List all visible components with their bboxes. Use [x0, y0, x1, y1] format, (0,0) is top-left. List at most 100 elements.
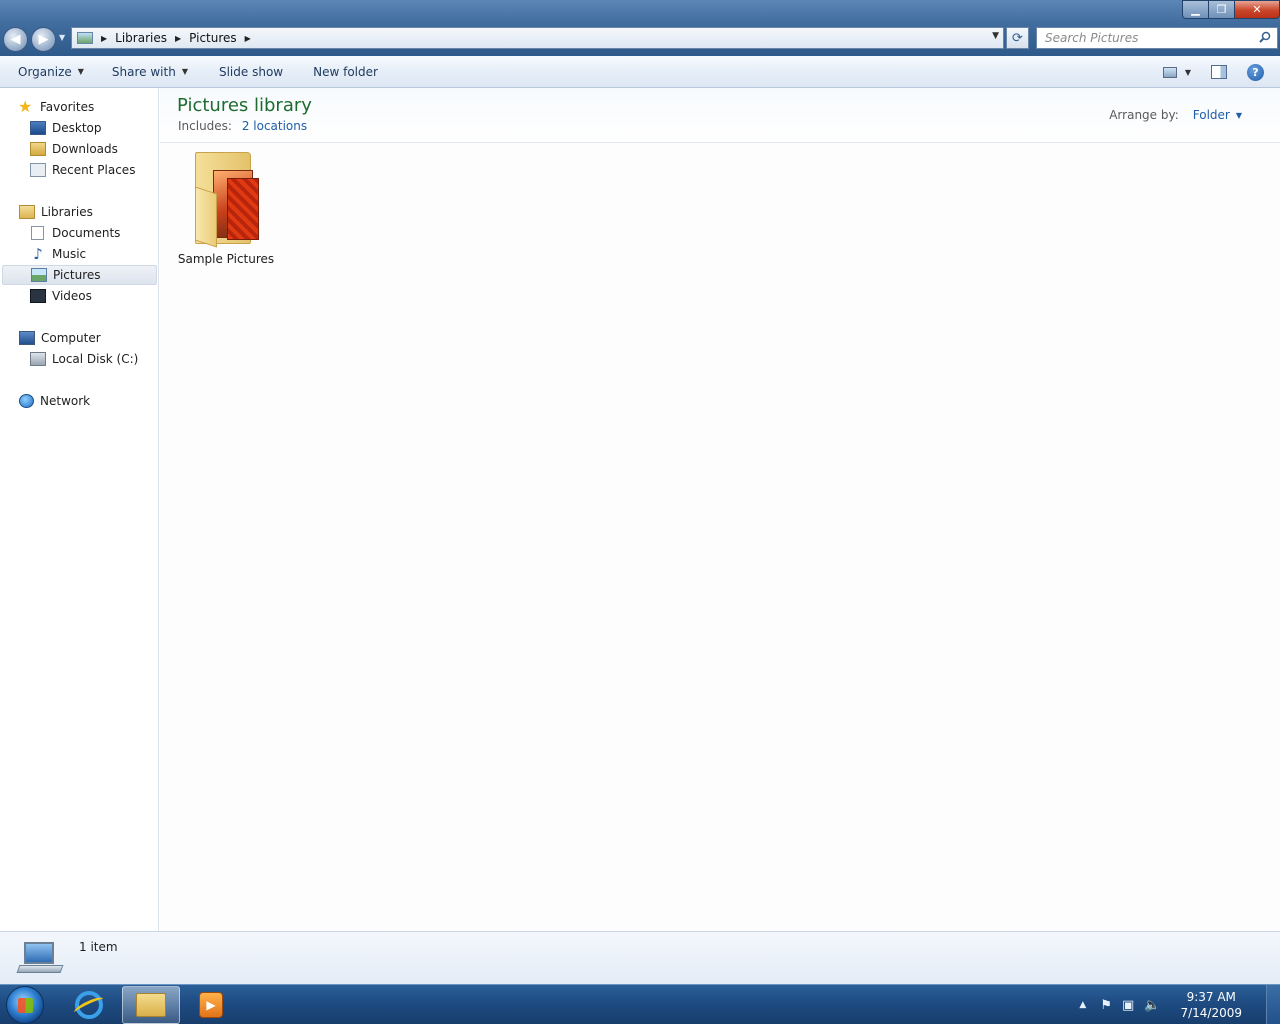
toolbar-right: ▼ ? — [1162, 56, 1280, 88]
internet-explorer-icon — [75, 991, 103, 1019]
show-hidden-icons-icon[interactable]: ▲ — [1079, 1000, 1086, 1010]
page-title: Pictures library — [177, 95, 312, 116]
breadcrumb-libraries[interactable]: Libraries — [115, 31, 167, 45]
volume-icon[interactable]: 🔈 — [1144, 998, 1160, 1013]
view-options-dropdown-icon[interactable]: ▼ — [1185, 68, 1191, 77]
includes-label: Includes: — [178, 119, 232, 133]
network-status-icon[interactable]: ▣ — [1122, 998, 1134, 1013]
sidebar-item-desktop[interactable]: Desktop — [30, 118, 102, 138]
sidebar-item-network[interactable]: Network — [19, 391, 90, 411]
address-dropdown-icon[interactable]: ▼ — [992, 31, 999, 41]
recent-pages-dropdown-icon[interactable]: ▼ — [59, 33, 65, 42]
address-bar[interactable]: ▶ Libraries ▶ Pictures ▶ ▼ — [71, 27, 1004, 49]
clock-time: 9:37 AM — [1186, 990, 1236, 1004]
back-button[interactable]: ◀ — [3, 27, 28, 52]
computer-icon — [19, 331, 35, 345]
organize-label: Organize — [18, 64, 72, 79]
sidebar-item-documents[interactable]: Documents — [31, 223, 120, 243]
navigation-pane: ★ Favorites Desktop Downloads Recent Pla… — [0, 88, 159, 931]
sidebar-item-videos[interactable]: Videos — [30, 286, 92, 306]
start-button[interactable] — [6, 986, 44, 1024]
taskbar: ▶ ▲ ⚑ ▣ 🔈 9:37 AM 7/14/2009 — [0, 984, 1280, 1024]
folder-item[interactable]: Sample Pictures — [177, 150, 275, 268]
details-pane: 1 item — [0, 931, 1280, 984]
search-icon[interactable] — [1259, 31, 1271, 43]
help-icon[interactable]: ? — [1247, 63, 1264, 81]
action-center-flag-icon[interactable]: ⚑ — [1100, 998, 1112, 1013]
computer-icon — [16, 940, 64, 978]
preview-pane-icon[interactable] — [1211, 65, 1227, 79]
taskbar-internet-explorer[interactable] — [60, 986, 118, 1024]
breadcrumb-separator-icon[interactable]: ▶ — [245, 34, 251, 43]
arrange-by-dropdown[interactable]: Folder — [1193, 108, 1230, 122]
refresh-button[interactable]: ⟳ — [1006, 27, 1029, 49]
sidebar-item-label: Pictures — [53, 268, 101, 282]
chevron-down-icon: ▼ — [77, 67, 84, 76]
locations-link[interactable]: 2 locations — [242, 119, 307, 133]
clock[interactable]: 9:37 AM 7/14/2009 — [1180, 989, 1242, 1021]
chevron-down-icon[interactable]: ▼ — [1236, 111, 1242, 120]
system-tray: ▲ ⚑ ▣ 🔈 9:37 AM 7/14/2009 — [1079, 985, 1280, 1024]
sidebar-item-label: Downloads — [52, 142, 118, 156]
maximize-button[interactable]: ❐ — [1208, 0, 1234, 19]
minimize-button[interactable]: ▁ — [1182, 0, 1208, 19]
sidebar-item-pictures[interactable]: Pictures — [2, 265, 157, 285]
sidebar-item-favorites[interactable]: ★ Favorites — [18, 97, 94, 117]
title-bar: ▁ ❐ ✕ ◀ ▶ ▼ ▶ Libraries ▶ Pictures ▶ ▼ ⟳… — [0, 0, 1280, 56]
library-header: Pictures library Includes: 2 locations A… — [160, 88, 1280, 143]
organize-button[interactable]: Organize ▼ — [18, 65, 84, 79]
music-icon: ♪ — [33, 245, 43, 263]
sidebar-item-libraries[interactable]: Libraries — [19, 202, 93, 222]
sidebar-item-label: Desktop — [52, 121, 102, 135]
hard-disk-icon — [30, 352, 46, 366]
documents-icon — [31, 226, 44, 240]
sidebar-item-label: Favorites — [40, 100, 95, 114]
sidebar-item-label: Network — [40, 394, 91, 408]
recent-places-icon — [30, 163, 46, 177]
sidebar-item-recent-places[interactable]: Recent Places — [30, 160, 135, 180]
sidebar-item-label: Libraries — [41, 205, 93, 219]
sidebar-item-computer[interactable]: Computer — [19, 328, 101, 348]
windows-logo-icon — [18, 998, 33, 1013]
sidebar-item-label: Documents — [52, 226, 121, 240]
sidebar-item-label: Recent Places — [52, 163, 136, 177]
star-icon: ★ — [18, 97, 33, 116]
breadcrumb-pictures[interactable]: Pictures — [189, 31, 237, 45]
search-placeholder: Search Pictures — [1045, 31, 1139, 45]
taskbar-windows-media-player[interactable]: ▶ — [182, 986, 240, 1024]
libraries-icon — [19, 205, 35, 219]
sidebar-item-label: Local Disk (C:) — [52, 352, 139, 366]
sidebar-item-label: Computer — [41, 331, 101, 345]
command-bar: Organize ▼ Share with ▼ Slide show New f… — [0, 56, 1280, 88]
taskbar-windows-explorer[interactable] — [122, 986, 180, 1024]
media-player-icon: ▶ — [199, 992, 223, 1018]
window-controls: ▁ ❐ ✕ — [1182, 0, 1280, 19]
pictures-folder-icon — [191, 150, 261, 248]
pictures-library-icon — [77, 32, 93, 44]
clock-date: 7/14/2009 — [1180, 1006, 1242, 1020]
refresh-icon: ⟳ — [1012, 30, 1023, 46]
show-desktop-button[interactable] — [1266, 985, 1280, 1024]
arrange-by-label: Arrange by: — [1109, 108, 1179, 122]
file-list-pane[interactable]: Pictures library Includes: 2 locations A… — [160, 88, 1280, 931]
item-count: 1 item — [79, 940, 118, 954]
sidebar-item-downloads[interactable]: Downloads — [30, 139, 118, 159]
videos-icon — [30, 289, 46, 303]
pictures-icon — [31, 268, 47, 282]
search-input[interactable]: Search Pictures — [1036, 27, 1278, 49]
new-folder-button[interactable]: New folder — [313, 65, 378, 79]
breadcrumb-separator-icon[interactable]: ▶ — [175, 34, 181, 43]
forward-button[interactable]: ▶ — [31, 27, 56, 52]
slide-show-button[interactable]: Slide show — [219, 65, 283, 79]
sidebar-item-label: Videos — [52, 289, 92, 303]
sidebar-item-local-disk[interactable]: Local Disk (C:) — [30, 349, 138, 369]
sidebar-item-label: Music — [52, 247, 87, 261]
arrange-by: Arrange by: Folder ▼ — [1109, 108, 1242, 122]
change-view-icon[interactable] — [1162, 66, 1177, 78]
folder-label: Sample Pictures — [177, 252, 275, 266]
breadcrumb-separator-icon[interactable]: ▶ — [101, 34, 107, 43]
share-with-button[interactable]: Share with ▼ — [112, 65, 188, 79]
close-button[interactable]: ✕ — [1234, 0, 1280, 19]
chevron-down-icon: ▼ — [181, 67, 188, 76]
sidebar-item-music[interactable]: ♪ Music — [30, 244, 86, 264]
